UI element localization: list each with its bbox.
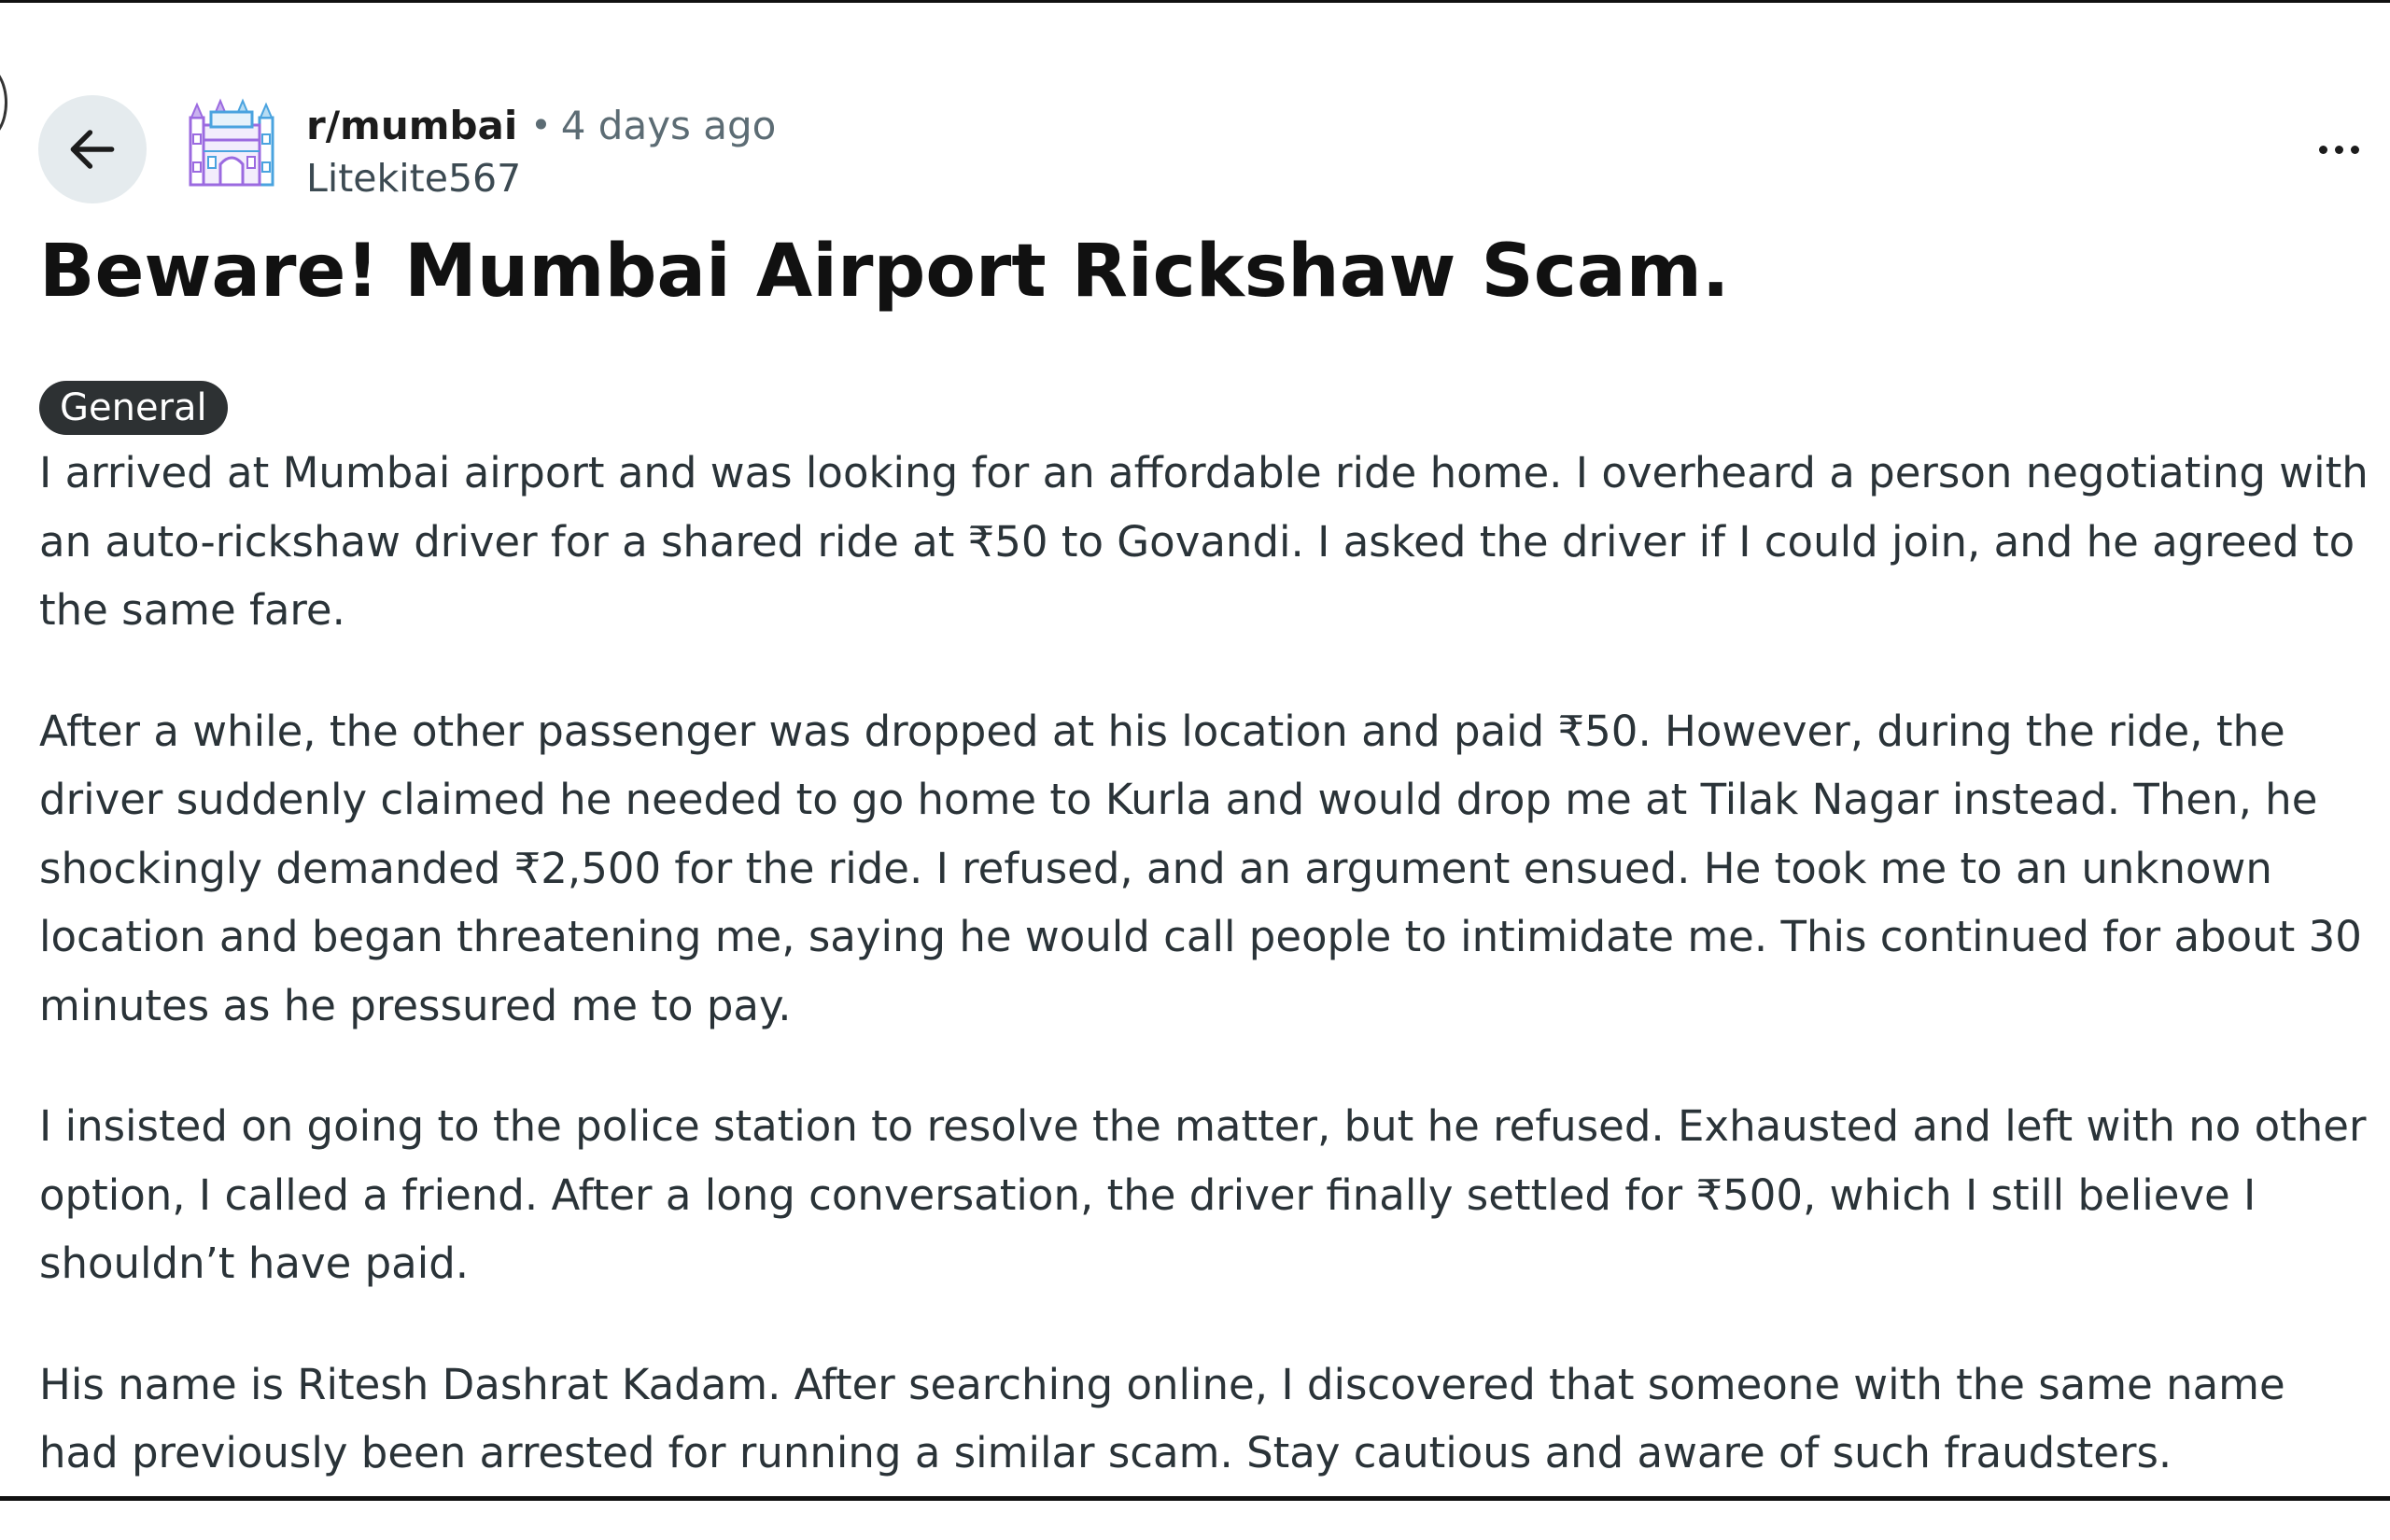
meta-separator: • bbox=[530, 105, 552, 146]
arrow-left-icon bbox=[70, 130, 115, 169]
top-border bbox=[0, 0, 2390, 3]
more-horizontal-icon-dot bbox=[2350, 145, 2359, 154]
post-meta: r/mumbai • 4 days ago bbox=[306, 97, 776, 153]
post-title: Beware! Mumbai Airport Rickshaw Scam. bbox=[39, 230, 1730, 314]
bottom-border bbox=[0, 1496, 2390, 1501]
partial-circle-edge bbox=[0, 65, 7, 140]
post-body: I arrived at Mumbai airport and was look… bbox=[39, 439, 2373, 1540]
post-paragraph: After a while, the other passenger was d… bbox=[39, 706, 2362, 1030]
post-flair[interactable]: General bbox=[39, 381, 228, 435]
post-time: 4 days ago bbox=[560, 102, 777, 148]
more-horizontal-icon-dot bbox=[2318, 145, 2327, 154]
post-paragraph: I insisted on going to the police statio… bbox=[39, 1101, 2367, 1288]
more-options-button[interactable] bbox=[2306, 121, 2371, 177]
author-link[interactable]: Litekite567 bbox=[306, 151, 521, 205]
more-horizontal-icon-dot bbox=[2334, 145, 2343, 154]
post-paragraph: His name is Ritesh Dashrat Kadam. After … bbox=[39, 1359, 2285, 1478]
gateway-of-india-icon[interactable] bbox=[185, 97, 278, 190]
post-paragraph: I arrived at Mumbai airport and was look… bbox=[39, 448, 2369, 635]
subreddit-link[interactable]: r/mumbai bbox=[306, 103, 517, 148]
back-button[interactable] bbox=[38, 95, 147, 203]
